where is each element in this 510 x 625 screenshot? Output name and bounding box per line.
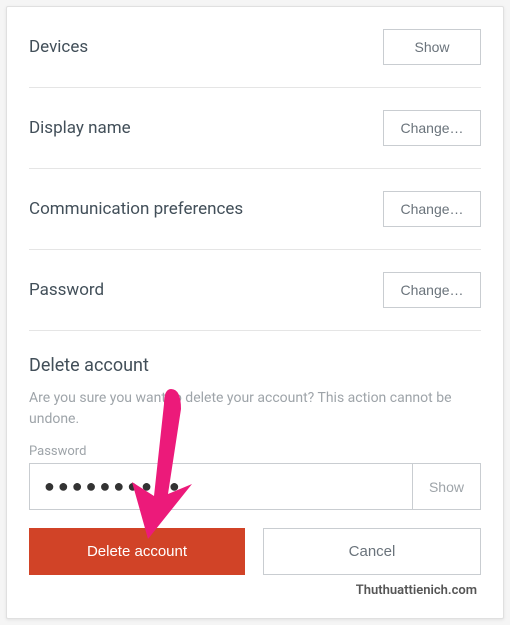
password-input[interactable] <box>30 464 412 509</box>
change-comm-prefs-button[interactable]: Change… <box>383 191 481 227</box>
delete-warning: Are you sure you want to delete your acc… <box>29 388 481 430</box>
show-password-button[interactable]: Show <box>412 464 480 509</box>
row-devices: Devices Show <box>29 7 481 88</box>
row-communication-preferences: Communication preferences Change… <box>29 169 481 250</box>
watermark: Thuthuattienich.com <box>29 583 481 598</box>
row-label-devices: Devices <box>29 37 88 57</box>
show-devices-button[interactable]: Show <box>383 29 481 65</box>
row-label-display-name: Display name <box>29 118 131 138</box>
change-password-button[interactable]: Change… <box>383 272 481 308</box>
change-display-name-button[interactable]: Change… <box>383 110 481 146</box>
password-input-wrap: Show <box>29 463 481 510</box>
row-label-comm-prefs: Communication preferences <box>29 199 243 219</box>
delete-account-section: Delete account Are you sure you want to … <box>29 331 481 575</box>
row-display-name: Display name Change… <box>29 88 481 169</box>
row-label-password: Password <box>29 280 104 300</box>
delete-heading: Delete account <box>29 355 481 376</box>
row-password: Password Change… <box>29 250 481 331</box>
password-label: Password <box>29 444 481 459</box>
cancel-button[interactable]: Cancel <box>263 528 481 575</box>
delete-action-row: Delete account Cancel <box>29 528 481 575</box>
delete-account-button[interactable]: Delete account <box>29 528 245 575</box>
settings-card: Devices Show Display name Change… Commun… <box>6 6 504 619</box>
